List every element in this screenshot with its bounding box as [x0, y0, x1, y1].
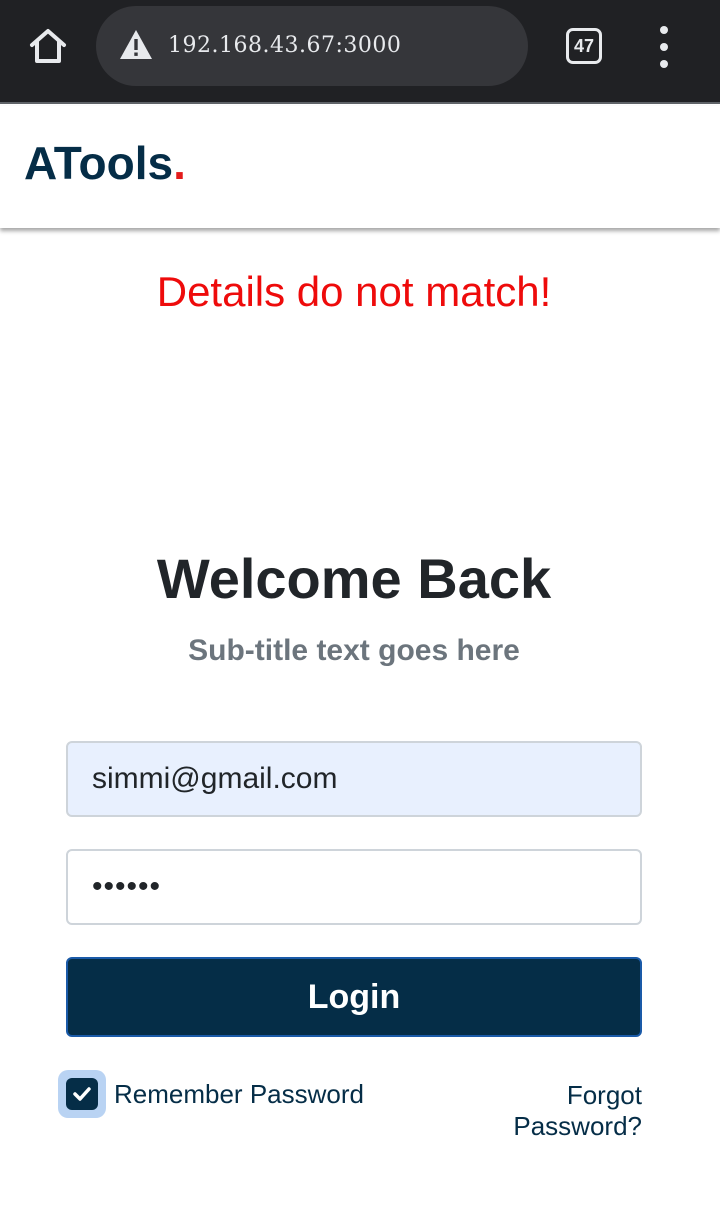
password-field[interactable]: •••••• — [66, 849, 642, 925]
brand-dot: . — [173, 137, 186, 189]
browser-toolbar: 192.168.43.67:3000 47 — [0, 0, 720, 104]
home-icon[interactable] — [22, 22, 74, 70]
remember-password-control[interactable]: Remember Password — [58, 1070, 364, 1118]
tab-switcher-button[interactable]: 47 — [566, 28, 602, 64]
brand-text: ATools — [24, 137, 174, 189]
page-subtitle: Sub-title text goes here — [188, 634, 520, 667]
email-field[interactable]: simmi@gmail.com — [66, 741, 642, 817]
warning-icon[interactable] — [118, 28, 154, 62]
site-header: ATools. — [0, 106, 720, 228]
login-button[interactable]: Login — [66, 957, 642, 1037]
remember-label[interactable]: Remember Password — [114, 1079, 364, 1110]
forgot-password-link[interactable]: Forgot Password? — [436, 1080, 642, 1142]
more-options-icon[interactable] — [648, 26, 680, 68]
url-text[interactable]: 192.168.43.67:3000 — [168, 6, 401, 86]
address-bar[interactable]: 192.168.43.67:3000 — [96, 6, 528, 86]
page-title: Welcome Back — [156, 547, 552, 610]
email-value: simmi@gmail.com — [92, 762, 338, 795]
brand-logo[interactable]: ATools. — [24, 136, 186, 190]
error-message: Details do not match! — [156, 268, 552, 315]
password-value: •••••• — [92, 870, 162, 903]
remember-checkbox[interactable] — [58, 1070, 106, 1118]
checkmark-icon — [66, 1078, 98, 1110]
